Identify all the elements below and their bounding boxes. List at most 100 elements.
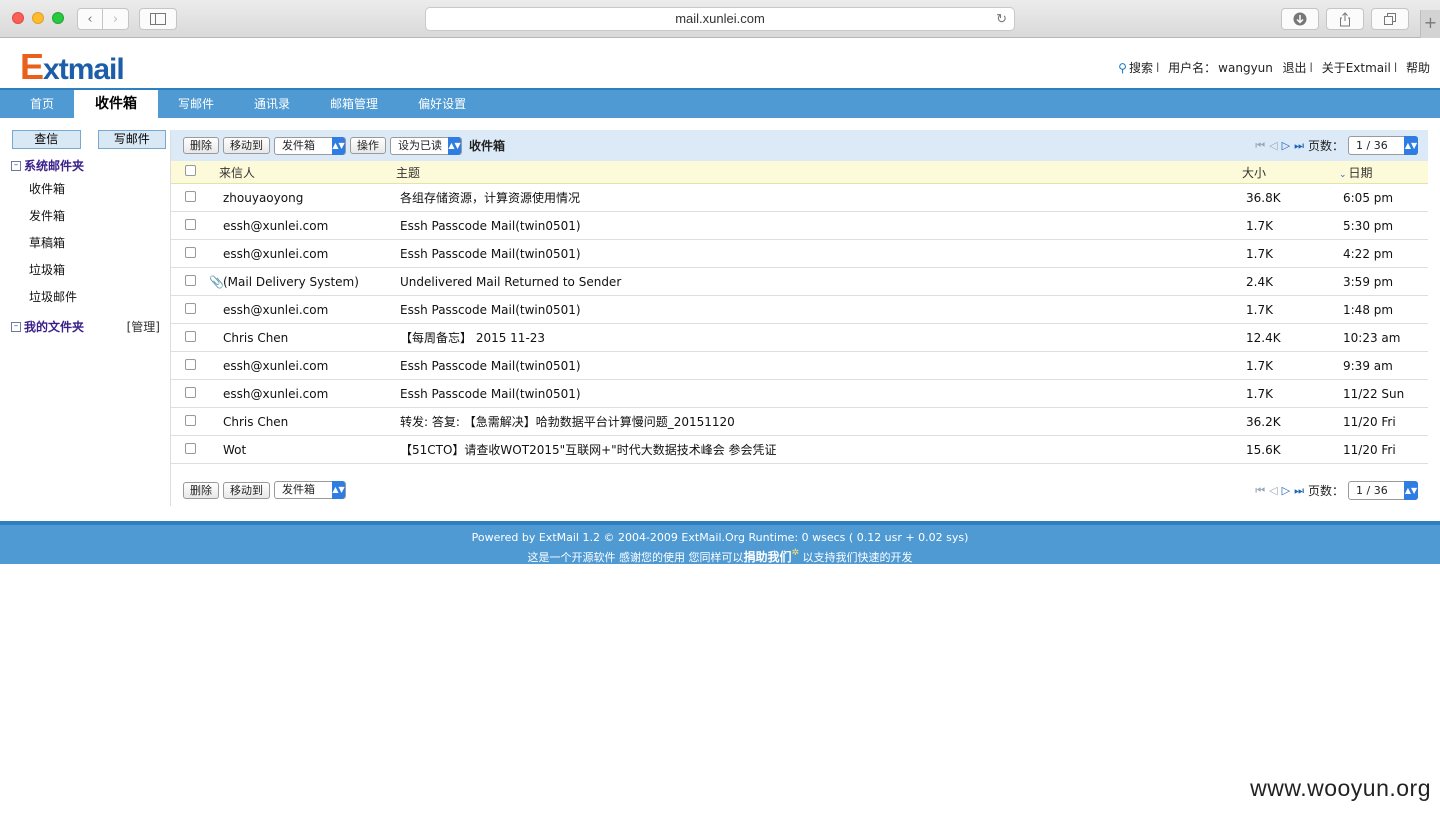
delete-button[interactable]: 删除 xyxy=(183,137,219,154)
row-sender[interactable]: essh@xunlei.com xyxy=(223,303,400,317)
row-subject[interactable]: 【每周备忘】 2015 11-23 xyxy=(400,329,1246,346)
row-subject[interactable]: Undelivered Mail Returned to Sender xyxy=(400,275,1246,289)
new-tab-button[interactable]: + xyxy=(1420,10,1440,38)
row-checkbox[interactable] xyxy=(185,414,196,426)
row-sender[interactable]: essh@xunlei.com xyxy=(223,387,400,401)
operate-button[interactable]: 操作 xyxy=(350,137,386,154)
search-link[interactable]: 搜索 xyxy=(1129,61,1153,75)
collapse-icon[interactable]: – xyxy=(11,160,21,171)
select-all-checkbox[interactable] xyxy=(185,165,196,176)
share-button[interactable] xyxy=(1326,8,1364,30)
delete-button-bottom[interactable]: 删除 xyxy=(183,481,219,499)
reload-icon[interactable]: ↻ xyxy=(996,8,1007,30)
row-subject[interactable]: Essh Passcode Mail(twin0501) xyxy=(400,359,1246,373)
row-checkbox[interactable] xyxy=(185,274,196,286)
check-mail-button[interactable]: 查信 xyxy=(12,130,81,149)
tab-compose[interactable]: 写邮件 xyxy=(158,90,234,118)
extmail-logo[interactable]: Extmail xyxy=(20,46,125,88)
row-checkbox[interactable] xyxy=(185,302,196,314)
minimize-window-button[interactable] xyxy=(32,12,44,24)
folder-sent[interactable]: 发件箱 xyxy=(0,203,166,230)
search-icon[interactable]: ⚲ xyxy=(1118,61,1127,75)
close-window-button[interactable] xyxy=(12,12,24,24)
row-sender[interactable]: essh@xunlei.com xyxy=(223,219,400,233)
forward-button[interactable]: › xyxy=(103,8,129,30)
page-select[interactable]: 1 / 36 ▲▼ xyxy=(1348,136,1418,155)
table-row[interactable]: Wot 【51CTO】请查收WOT2015"互联网+"时代大数据技术峰会 参会凭证… xyxy=(171,436,1428,464)
row-subject[interactable]: 转发: 答复: 【急需解决】哈勃数据平台计算慢问题_20151120 xyxy=(400,413,1246,430)
table-row[interactable]: Chris Chen 转发: 答复: 【急需解决】哈勃数据平台计算慢问题_2015… xyxy=(171,408,1428,436)
table-row[interactable]: essh@xunlei.com Essh Passcode Mail(twin05… xyxy=(171,240,1428,268)
help-link[interactable]: 帮助 xyxy=(1406,61,1430,75)
table-row[interactable]: essh@xunlei.com Essh Passcode Mail(twin05… xyxy=(171,212,1428,240)
folder-spam[interactable]: 垃圾邮件 xyxy=(0,284,166,311)
tab-inbox[interactable]: 收件箱 xyxy=(74,90,159,118)
col-size[interactable]: 大小 xyxy=(1242,164,1339,181)
my-folders-header[interactable]: – 我的文件夹 [管理] xyxy=(0,318,166,335)
prev-page-icon[interactable]: ◁ xyxy=(1269,139,1277,152)
row-subject[interactable]: Essh Passcode Mail(twin0501) xyxy=(400,247,1246,261)
row-subject[interactable]: 【51CTO】请查收WOT2015"互联网+"时代大数据技术峰会 参会凭证 xyxy=(400,441,1246,458)
manage-folders-link[interactable]: [管理] xyxy=(127,318,160,335)
system-folders-header[interactable]: – 系统邮件夹 xyxy=(0,157,166,174)
collapse-icon[interactable]: – xyxy=(11,321,21,332)
col-date[interactable]: ⌄ 日期 xyxy=(1339,164,1419,181)
tab-preferences[interactable]: 偏好设置 xyxy=(398,90,486,118)
table-row[interactable]: essh@xunlei.com Essh Passcode Mail(twin05… xyxy=(171,380,1428,408)
move-to-button[interactable]: 移动到 xyxy=(223,137,270,154)
folder-drafts[interactable]: 草稿箱 xyxy=(0,230,166,257)
row-sender[interactable]: (Mail Delivery System) xyxy=(223,275,400,289)
move-target-select[interactable]: 发件箱 ▲▼ xyxy=(274,136,346,155)
row-checkbox[interactable] xyxy=(185,442,196,454)
last-page-icon[interactable]: ⏭ xyxy=(1294,139,1304,153)
row-sender[interactable]: essh@xunlei.com xyxy=(223,359,400,373)
tab-contacts[interactable]: 通讯录 xyxy=(234,90,310,118)
row-sender[interactable]: Chris Chen xyxy=(223,415,400,429)
move-to-button-bottom[interactable]: 移动到 xyxy=(223,481,270,499)
move-target-select-bottom[interactable]: 发件箱 ▲▼ xyxy=(274,481,346,499)
row-checkbox[interactable] xyxy=(185,358,196,370)
mark-as-select[interactable]: 设为已读 ▲▼ xyxy=(390,136,462,155)
folder-inbox[interactable]: 收件箱 xyxy=(0,176,166,203)
table-row[interactable]: essh@xunlei.com Essh Passcode Mail(twin05… xyxy=(171,352,1428,380)
table-row[interactable]: 📎 (Mail Delivery System) Undelivered Mail … xyxy=(171,268,1428,296)
address-bar[interactable]: mail.xunlei.com ↻ xyxy=(425,7,1015,31)
page-select-bottom[interactable]: 1 / 36 ▲▼ xyxy=(1348,481,1418,500)
prev-page-icon[interactable]: ◁ xyxy=(1269,484,1277,497)
last-page-icon[interactable]: ⏭ xyxy=(1294,484,1304,498)
tabs-overview-button[interactable] xyxy=(1371,8,1409,30)
compose-button[interactable]: 写邮件 xyxy=(97,130,166,149)
row-checkbox[interactable] xyxy=(185,218,196,230)
tab-mailbox-manage[interactable]: 邮箱管理 xyxy=(310,90,398,118)
first-page-icon[interactable]: ⏮ xyxy=(1255,139,1265,153)
folder-trash[interactable]: 垃圾箱 xyxy=(0,257,166,284)
row-checkbox[interactable] xyxy=(185,190,196,202)
col-subject[interactable]: 主题 xyxy=(396,164,1242,181)
next-page-icon[interactable]: ▷ xyxy=(1282,139,1290,152)
row-subject[interactable]: 各组存储资源，计算资源使用情况 xyxy=(400,189,1246,206)
donate-link[interactable]: 捐助我们 xyxy=(743,550,791,564)
row-subject[interactable]: Essh Passcode Mail(twin0501) xyxy=(400,219,1246,233)
row-checkbox[interactable] xyxy=(185,330,196,342)
row-checkbox[interactable] xyxy=(185,246,196,258)
row-sender[interactable]: Wot xyxy=(223,443,400,457)
row-subject[interactable]: Essh Passcode Mail(twin0501) xyxy=(400,387,1246,401)
row-checkbox[interactable] xyxy=(185,386,196,398)
first-page-icon[interactable]: ⏮ xyxy=(1255,484,1265,498)
table-row[interactable]: Chris Chen 【每周备忘】 2015 11-23 12.4K 10:23 am xyxy=(171,324,1428,352)
table-row[interactable]: essh@xunlei.com Essh Passcode Mail(twin05… xyxy=(171,296,1428,324)
sidebar-toggle-button[interactable] xyxy=(139,8,177,30)
tab-home[interactable]: 首页 xyxy=(10,90,74,118)
zoom-window-button[interactable] xyxy=(52,12,64,24)
about-link[interactable]: 关于Extmail xyxy=(1322,61,1391,75)
row-sender[interactable]: essh@xunlei.com xyxy=(223,247,400,261)
row-sender[interactable]: zhouyaoyong xyxy=(223,191,400,205)
downloads-button[interactable] xyxy=(1281,8,1319,30)
next-page-icon[interactable]: ▷ xyxy=(1282,484,1290,497)
back-button[interactable]: ‹ xyxy=(77,8,103,30)
table-row[interactable]: zhouyaoyong 各组存储资源，计算资源使用情况 36.8K 6:05 pm xyxy=(171,184,1428,212)
col-from[interactable]: 来信人 xyxy=(219,164,396,181)
logout-link[interactable]: 退出 xyxy=(1283,61,1307,75)
row-sender[interactable]: Chris Chen xyxy=(223,331,400,345)
row-subject[interactable]: Essh Passcode Mail(twin0501) xyxy=(400,303,1246,317)
